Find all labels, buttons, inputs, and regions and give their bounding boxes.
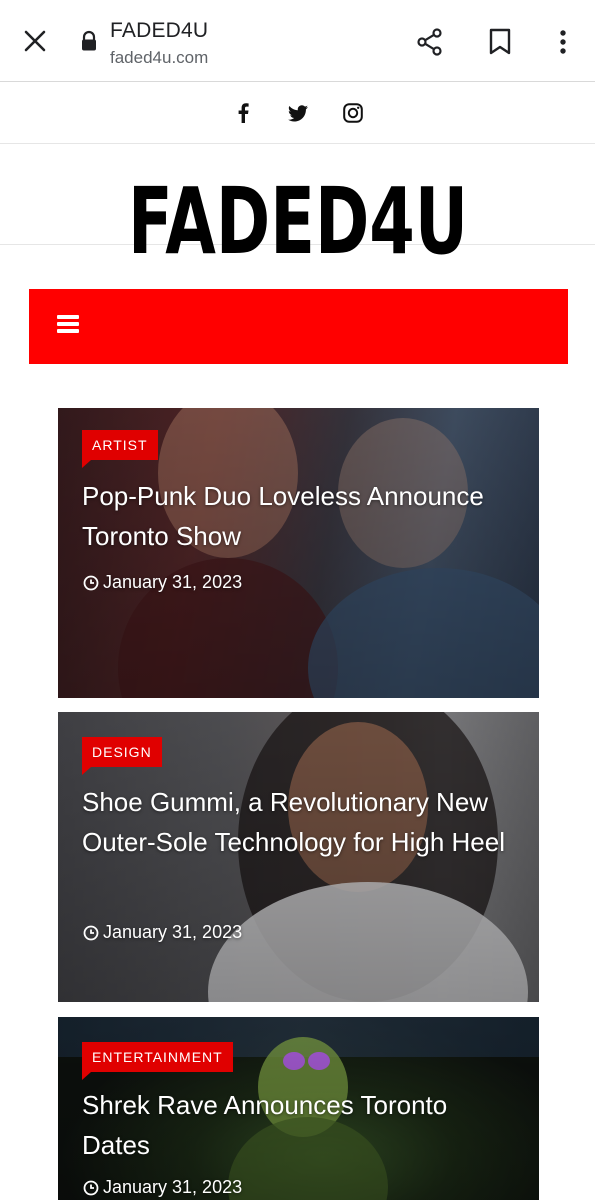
bookmark-icon bbox=[489, 28, 511, 55]
site-header: FADED4U bbox=[0, 145, 595, 259]
clock-icon bbox=[83, 575, 99, 590]
page-title: FADED4U bbox=[110, 19, 209, 42]
twitter-link[interactable] bbox=[285, 100, 311, 126]
menu-icon bbox=[57, 315, 79, 319]
article-date: January 31, 2023 bbox=[83, 572, 242, 593]
more-options-button[interactable] bbox=[545, 24, 581, 60]
close-button[interactable] bbox=[18, 24, 52, 58]
menu-button[interactable] bbox=[57, 315, 79, 333]
instagram-icon bbox=[343, 103, 363, 123]
clock-icon bbox=[83, 1180, 99, 1195]
article-title[interactable]: Shrek Rave Announces Toronto Dates bbox=[82, 1085, 522, 1165]
category-badge[interactable]: DESIGN bbox=[82, 737, 162, 775]
article-date-text: January 31, 2023 bbox=[103, 922, 243, 942]
page-url[interactable]: faded4u.com bbox=[110, 48, 208, 68]
article-card[interactable]: ARTIST Pop-Punk Duo Loveless Announce To… bbox=[58, 408, 539, 698]
article-date-text: January 31, 2023 bbox=[103, 1177, 243, 1197]
site-logo[interactable]: FADED4U bbox=[126, 169, 471, 259]
article-title[interactable]: Shoe Gummi, a Revolutionary New Outer-So… bbox=[82, 782, 522, 862]
article-date: January 31, 2023 bbox=[83, 922, 242, 943]
article-card[interactable]: DESIGN Shoe Gummi, a Revolutionary New O… bbox=[58, 712, 539, 1002]
facebook-link[interactable] bbox=[230, 100, 256, 126]
category-badge[interactable]: ARTIST bbox=[82, 430, 158, 468]
category-badge[interactable]: ENTERTAINMENT bbox=[82, 1042, 233, 1080]
browser-toolbar: FADED4U faded4u.com bbox=[0, 0, 595, 82]
lock-icon bbox=[82, 30, 96, 51]
clock-icon bbox=[83, 925, 99, 940]
share-button[interactable] bbox=[412, 24, 448, 60]
main-nav-bar bbox=[29, 289, 568, 364]
close-icon bbox=[24, 30, 46, 52]
share-icon bbox=[417, 28, 442, 56]
facebook-icon bbox=[238, 103, 249, 123]
logo-text: FADED4U bbox=[128, 169, 468, 259]
more-vertical-icon bbox=[560, 30, 566, 54]
social-links-bar bbox=[0, 83, 595, 144]
article-title[interactable]: Pop-Punk Duo Loveless Announce Toronto S… bbox=[82, 476, 522, 556]
bookmark-button[interactable] bbox=[482, 24, 518, 60]
article-card[interactable]: ENTERTAINMENT Shrek Rave Announces Toron… bbox=[58, 1017, 539, 1200]
article-date: January 31, 2023 bbox=[83, 1177, 242, 1198]
twitter-icon bbox=[288, 104, 308, 121]
instagram-link[interactable] bbox=[340, 100, 366, 126]
article-date-text: January 31, 2023 bbox=[103, 572, 243, 592]
